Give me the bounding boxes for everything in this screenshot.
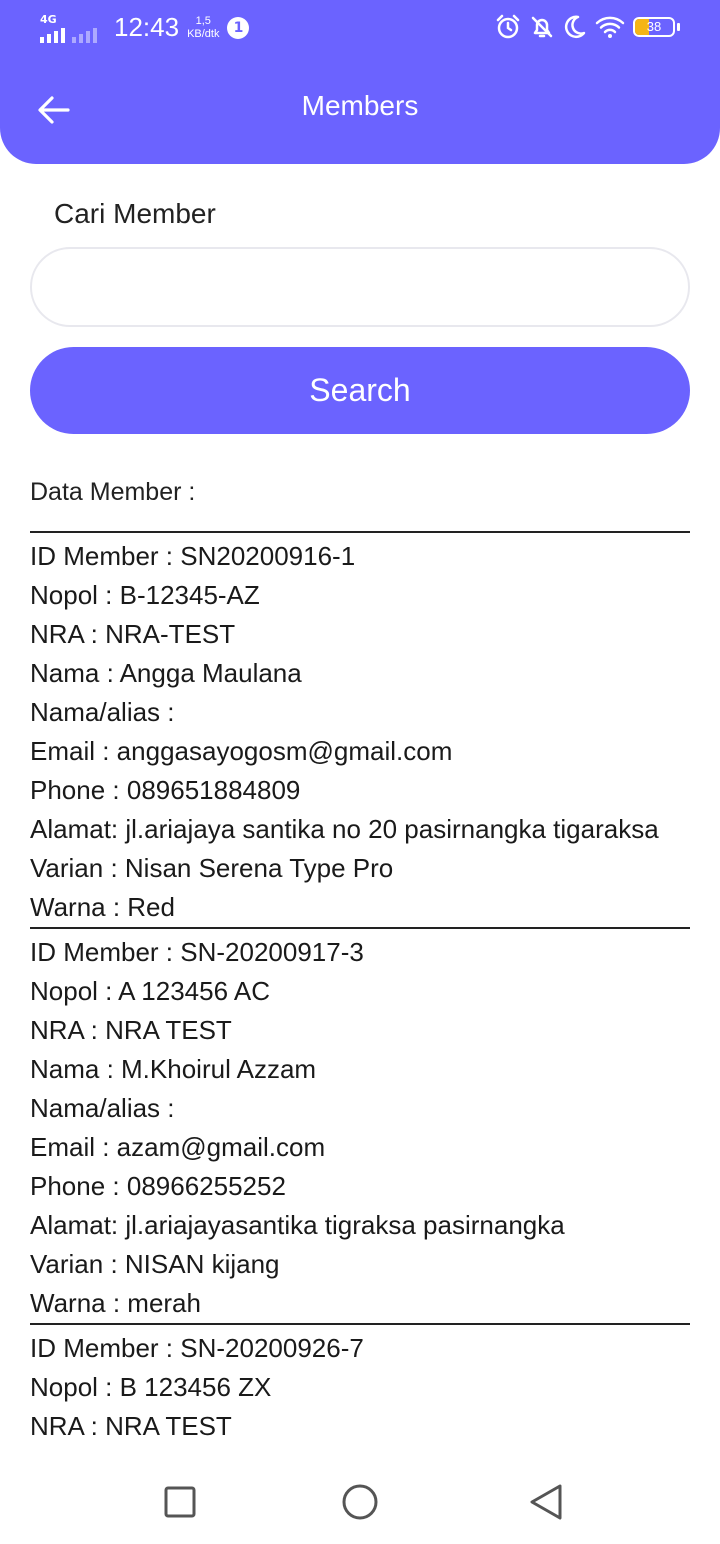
member-card: ID Member : SN-20200926-7 Nopol : B 1234… <box>30 1323 690 1446</box>
notification-count-badge: 1 <box>227 16 250 39</box>
home-button[interactable] <box>340 1482 380 1526</box>
nav-back-button[interactable] <box>526 1482 566 1526</box>
network-type: 4G <box>40 12 57 26</box>
speed-unit: KB/dtk <box>187 27 220 40</box>
battery-level: 38 <box>646 19 662 34</box>
bell-off-icon <box>531 16 553 38</box>
member-nopol: Nopol : B 123456 ZX <box>30 1372 272 1402</box>
member-card: ID Member : SN20200916-1 Nopol : B-12345… <box>30 531 690 927</box>
data-member-label: Data Member : <box>30 478 196 506</box>
recent-apps-icon <box>164 1486 196 1518</box>
member-alias: Nama/alias : <box>30 697 175 727</box>
member-warna: Warna : Red <box>30 892 175 922</box>
member-phone: Phone : 08966255252 <box>30 1171 286 1201</box>
back-icon <box>530 1484 562 1520</box>
search-button[interactable]: Search <box>30 347 690 434</box>
wifi-icon <box>595 16 625 38</box>
search-label: Cari Member <box>54 198 216 229</box>
member-alias: Nama/alias : <box>30 1093 175 1123</box>
moon-icon <box>564 15 586 39</box>
system-nav-bar <box>0 1460 720 1544</box>
speed-value: 1,5 <box>195 14 211 27</box>
member-varian: Varian : Nisan Serena Type Pro <box>30 853 394 883</box>
signal-icon: 4G <box>40 12 106 43</box>
app-bar: Members <box>0 56 720 164</box>
member-alamat: Alamat: jl.ariajaya santika no 20 pasirn… <box>30 814 659 844</box>
battery-icon: 38 <box>633 17 675 37</box>
member-nama: Nama : Angga Maulana <box>30 658 302 688</box>
member-warna: Warna : merah <box>30 1288 201 1318</box>
clock: 12:43 <box>114 12 180 42</box>
home-icon <box>342 1484 378 1520</box>
recent-apps-button[interactable] <box>162 1482 198 1526</box>
status-left: 4G 12:43 1,5 KB/dtk 1 <box>40 12 250 43</box>
member-card: ID Member : SN-20200917-3 Nopol : A 1234… <box>30 927 690 1323</box>
member-nopol: Nopol : A 123456 AC <box>30 976 270 1006</box>
member-alamat: Alamat: jl.ariajayasantika tigraksa pasi… <box>30 1210 565 1240</box>
member-id: ID Member : SN20200916-1 <box>30 541 356 571</box>
member-nama: Nama : M.Khoirul Azzam <box>30 1054 317 1084</box>
alarm-icon <box>496 14 520 39</box>
status-right: 38 <box>495 14 680 40</box>
search-input[interactable] <box>30 247 690 327</box>
member-id: ID Member : SN-20200926-7 <box>30 1333 364 1363</box>
status-bar: 4G 12:43 1,5 KB/dtk 1 38 <box>0 0 720 56</box>
member-list[interactable]: ID Member : SN20200916-1 Nopol : B-12345… <box>30 531 690 1460</box>
battery-tip <box>677 23 680 31</box>
member-id: ID Member : SN-20200917-3 <box>30 937 364 967</box>
member-phone: Phone : 089651884809 <box>30 775 301 805</box>
member-varian: Varian : NISAN kijang <box>30 1249 280 1279</box>
member-nra: NRA : NRA TEST <box>30 1411 232 1441</box>
member-email: Email : anggasayogosm@gmail.com <box>30 736 453 766</box>
member-nopol: Nopol : B-12345-AZ <box>30 580 260 610</box>
member-nra: NRA : NRA TEST <box>30 1015 232 1045</box>
page-title: Members <box>301 90 419 121</box>
member-nra: NRA : NRA-TEST <box>30 619 236 649</box>
network-speed: 1,5 KB/dtk <box>187 15 219 41</box>
member-email: Email : azam@gmail.com <box>30 1132 326 1162</box>
